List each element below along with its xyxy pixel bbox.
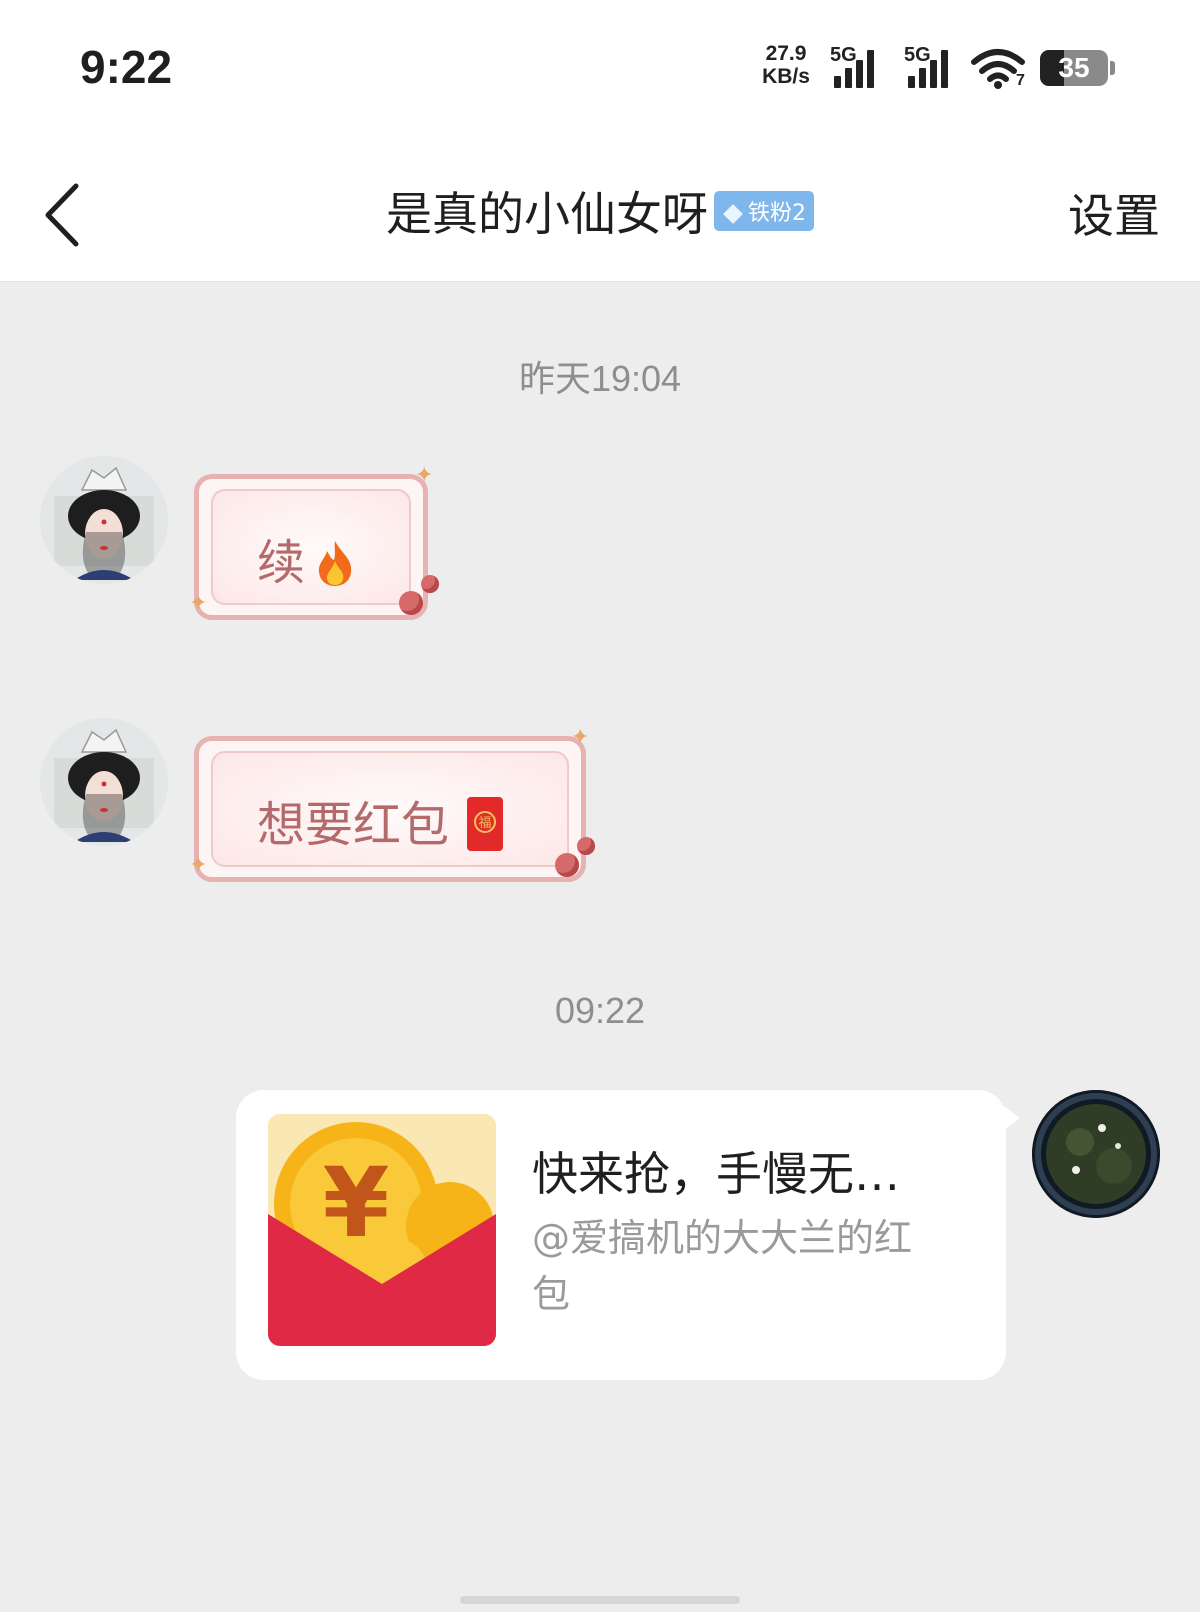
red-envelope-icon: 福 <box>467 797 504 851</box>
signal-icon-2: 5G <box>904 44 958 90</box>
status-bar: 9:22 27.9 KB/s 5G 5G 7 35 <box>0 0 1200 140</box>
message-bubble-2[interactable]: 想要红包福 ✦ ✦ <box>189 725 595 882</box>
sparkle-icon: ✦ <box>189 591 208 616</box>
rose-decoration-icon <box>577 837 595 855</box>
red-packet-title: 快来抢，手慢无… <box>532 1147 900 1201</box>
fan-badge-label: 铁粉2 <box>748 201 806 226</box>
chat-title-wrap: 是真的小仙女呀 铁粉2 <box>0 178 1200 244</box>
sparkle-icon: ✦ <box>571 725 590 750</box>
sparkle-icon: ✦ <box>415 463 434 488</box>
battery-icon: 35 <box>1040 50 1115 86</box>
message-text-2: 想要红包福 <box>257 785 504 855</box>
message-text-1: 续 <box>257 523 355 593</box>
net-speed-value: 27.9 <box>765 42 807 65</box>
timestamp-2: 09:22 <box>554 990 646 1031</box>
nav-bar: 是真的小仙女呀 铁粉2 设置 <box>0 140 1200 282</box>
signal-icon-1: 5G <box>830 44 884 90</box>
status-time: 9:22 <box>80 41 173 93</box>
contact-avatar[interactable] <box>40 718 168 846</box>
signal-label-1: 5G <box>830 44 857 66</box>
timestamp-1: 昨天19:04 <box>518 358 682 399</box>
diamond-icon <box>723 204 743 224</box>
settings-button[interactable]: 设置 <box>1068 180 1160 246</box>
battery-level: 35 <box>1058 52 1090 83</box>
fire-icon <box>318 541 352 586</box>
net-speed-unit: KB/s <box>762 65 810 88</box>
signal-label-2: 5G <box>904 44 931 66</box>
my-avatar[interactable] <box>1032 1090 1160 1218</box>
wifi-label: 7 <box>1016 72 1025 89</box>
rose-decoration-icon <box>421 575 439 593</box>
home-indicator[interactable] <box>460 1596 740 1604</box>
rose-decoration-icon <box>555 853 579 877</box>
fan-badge: 铁粉2 <box>714 191 814 231</box>
net-speed: 27.9 KB/s <box>756 42 816 88</box>
red-packet-image: ¥ <box>268 1114 496 1346</box>
chat-title: 是真的小仙女呀 <box>386 187 708 241</box>
contact-avatar[interactable] <box>40 456 168 584</box>
rose-decoration-icon <box>399 591 423 615</box>
message-bubble-1[interactable]: 续 ✦ ✦ <box>189 463 439 620</box>
wifi-icon: 7 <box>970 46 1026 90</box>
sparkle-icon: ✦ <box>189 853 208 878</box>
red-packet-sender: @爱搞机的大大兰的红包 <box>532 1216 913 1316</box>
red-packet-card[interactable]: ¥ 快来抢，手慢无… @爱搞机的大大兰的红包 <box>236 1090 1020 1380</box>
